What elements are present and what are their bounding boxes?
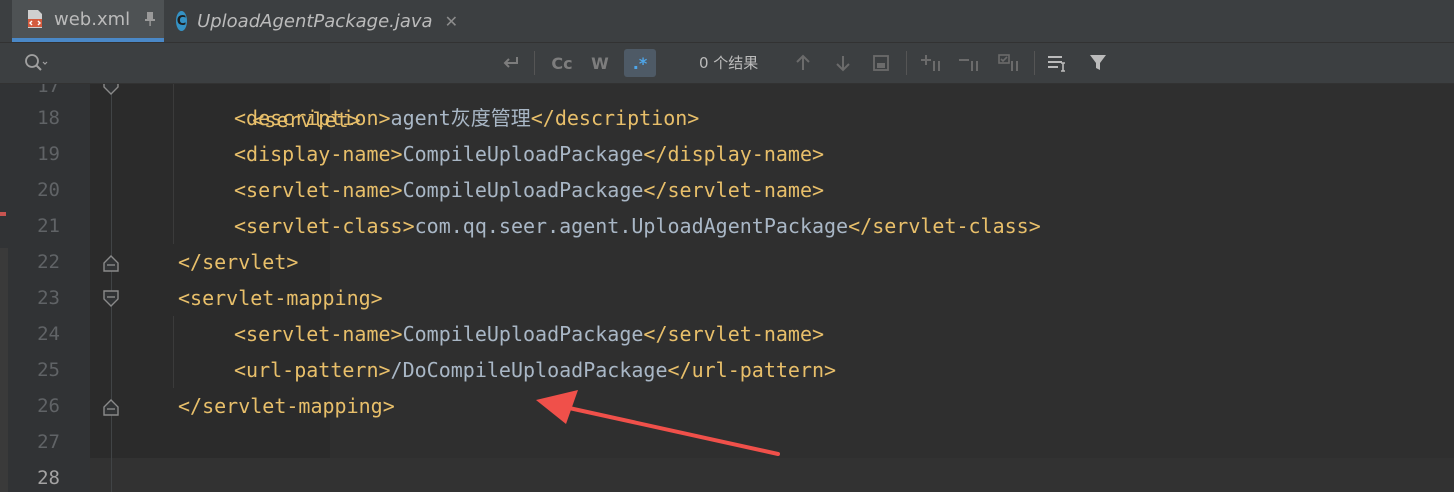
line-number: 23 [37, 287, 60, 309]
indent-guide [173, 316, 174, 388]
arrow-down-icon[interactable] [830, 49, 856, 77]
match-case-button[interactable]: Cc [546, 49, 578, 77]
xml-close-tag: </display-name> [643, 142, 825, 166]
xml-close-tag: </servlet-name> [643, 322, 825, 346]
code-line-19: <display-name>CompileUploadPackage</disp… [234, 136, 824, 172]
xml-text: CompileUploadPackage [402, 322, 644, 346]
xml-close-tag: </url-pattern> [667, 358, 837, 382]
tab-label: web.xml [54, 8, 131, 30]
xml-text: com.qq.seer.agent.UploadAgentPackage [414, 214, 849, 238]
tab-web-xml[interactable]: web.xml [12, 0, 164, 42]
line-number: 20 [37, 179, 60, 201]
find-bar: Cc W .* 0 个结果 [0, 43, 1454, 84]
search-result-count: 0 个结果 [699, 54, 759, 72]
separator [906, 51, 907, 75]
fold-close-icon[interactable] [103, 398, 119, 416]
filter-icon[interactable] [1084, 49, 1112, 77]
xml-open-tag: <description> [234, 106, 391, 130]
separator [1034, 51, 1035, 75]
code-editor[interactable]: 17 18 19 20 21 22 23 24 25 26 27 28 <ser… [0, 84, 1454, 492]
line-number: 27 [37, 431, 60, 453]
code-line-21: <servlet-class>com.qq.seer.agent.UploadA… [234, 208, 1041, 244]
whole-words-button[interactable]: W [586, 49, 614, 77]
arrow-up-icon[interactable] [790, 49, 816, 77]
xml-open-tag: <url-pattern> [234, 358, 391, 382]
fold-close-icon[interactable] [103, 254, 119, 272]
filter-results-icon[interactable] [868, 49, 894, 77]
xml-close-tag: </servlet-name> [643, 178, 825, 202]
annotation-arrow-icon [536, 390, 780, 456]
regex-button[interactable]: .* [624, 49, 656, 77]
code-line-18: <description>agent灰度管理</description> [234, 100, 699, 136]
indent-guide [173, 84, 174, 244]
xml-open-tag: <servlet-name> [234, 178, 403, 202]
tab-label: UploadAgentPackage.java [197, 10, 433, 32]
fold-open-icon[interactable] [103, 290, 119, 308]
xml-text: /DoCompileUploadPackage [390, 358, 668, 382]
xml-close-tag: </description> [530, 106, 700, 130]
line-number: 28 [37, 467, 60, 489]
line-number: 18 [37, 107, 60, 129]
new-line-icon[interactable] [498, 49, 524, 77]
xml-open-tag: <display-name> [234, 142, 403, 166]
remove-occurrence-icon[interactable] [956, 49, 984, 77]
code-line-24: <servlet-name>CompileUploadPackage</serv… [234, 316, 824, 352]
search-icon[interactable] [24, 53, 48, 73]
pin-icon[interactable] [144, 11, 156, 27]
java-class-icon: C [176, 11, 188, 31]
line-number: 21 [37, 215, 60, 237]
line-number: 25 [37, 359, 60, 381]
ide-window: web.xml C UploadAgentPackage.java ✕ Cc W… [0, 0, 1454, 492]
line-number: 26 [37, 395, 60, 417]
xml-text: CompileUploadPackage [402, 142, 644, 166]
xml-close-tag: </servlet> [178, 250, 299, 274]
fold-open-icon[interactable] [103, 84, 119, 96]
xml-file-icon [26, 9, 44, 29]
close-icon[interactable]: ✕ [445, 12, 458, 31]
xml-open-tag: <servlet-class> [234, 214, 415, 238]
search-in-selection-icon[interactable] [1044, 49, 1072, 77]
editor-tab-bar: web.xml C UploadAgentPackage.java ✕ [0, 0, 1454, 43]
code-line-22: </servlet> [178, 244, 298, 280]
left-strip [0, 248, 8, 492]
code-line-26: </servlet-mapping> [178, 388, 395, 424]
separator [534, 51, 535, 75]
line-number: 19 [37, 143, 60, 165]
line-number-gutter: 17 18 19 20 21 22 23 24 25 26 27 28 [0, 84, 90, 492]
add-occurrence-icon[interactable] [918, 49, 946, 77]
fold-guide [111, 84, 112, 492]
code-line-25: <url-pattern>/DoCompileUploadPackage</ur… [234, 352, 836, 388]
xml-close-tag: </servlet-class> [848, 214, 1041, 238]
line-number: 24 [37, 323, 60, 345]
xml-text: agent灰度管理 [390, 106, 531, 130]
xml-open-tag: <servlet-name> [234, 322, 403, 346]
search-input[interactable] [54, 50, 488, 78]
xml-open-tag: <servlet-mapping> [178, 286, 383, 310]
code-line-23: <servlet-mapping> [178, 280, 383, 316]
select-all-occurrences-icon[interactable] [996, 49, 1024, 77]
xml-close-tag: </servlet-mapping> [178, 394, 395, 418]
tab-upload-agent-package[interactable]: C UploadAgentPackage.java ✕ [168, 0, 458, 42]
xml-text: CompileUploadPackage [402, 178, 644, 202]
error-stripe-mark [0, 212, 6, 216]
line-number: 22 [37, 251, 60, 273]
code-line-20: <servlet-name>CompileUploadPackage</serv… [234, 172, 824, 208]
